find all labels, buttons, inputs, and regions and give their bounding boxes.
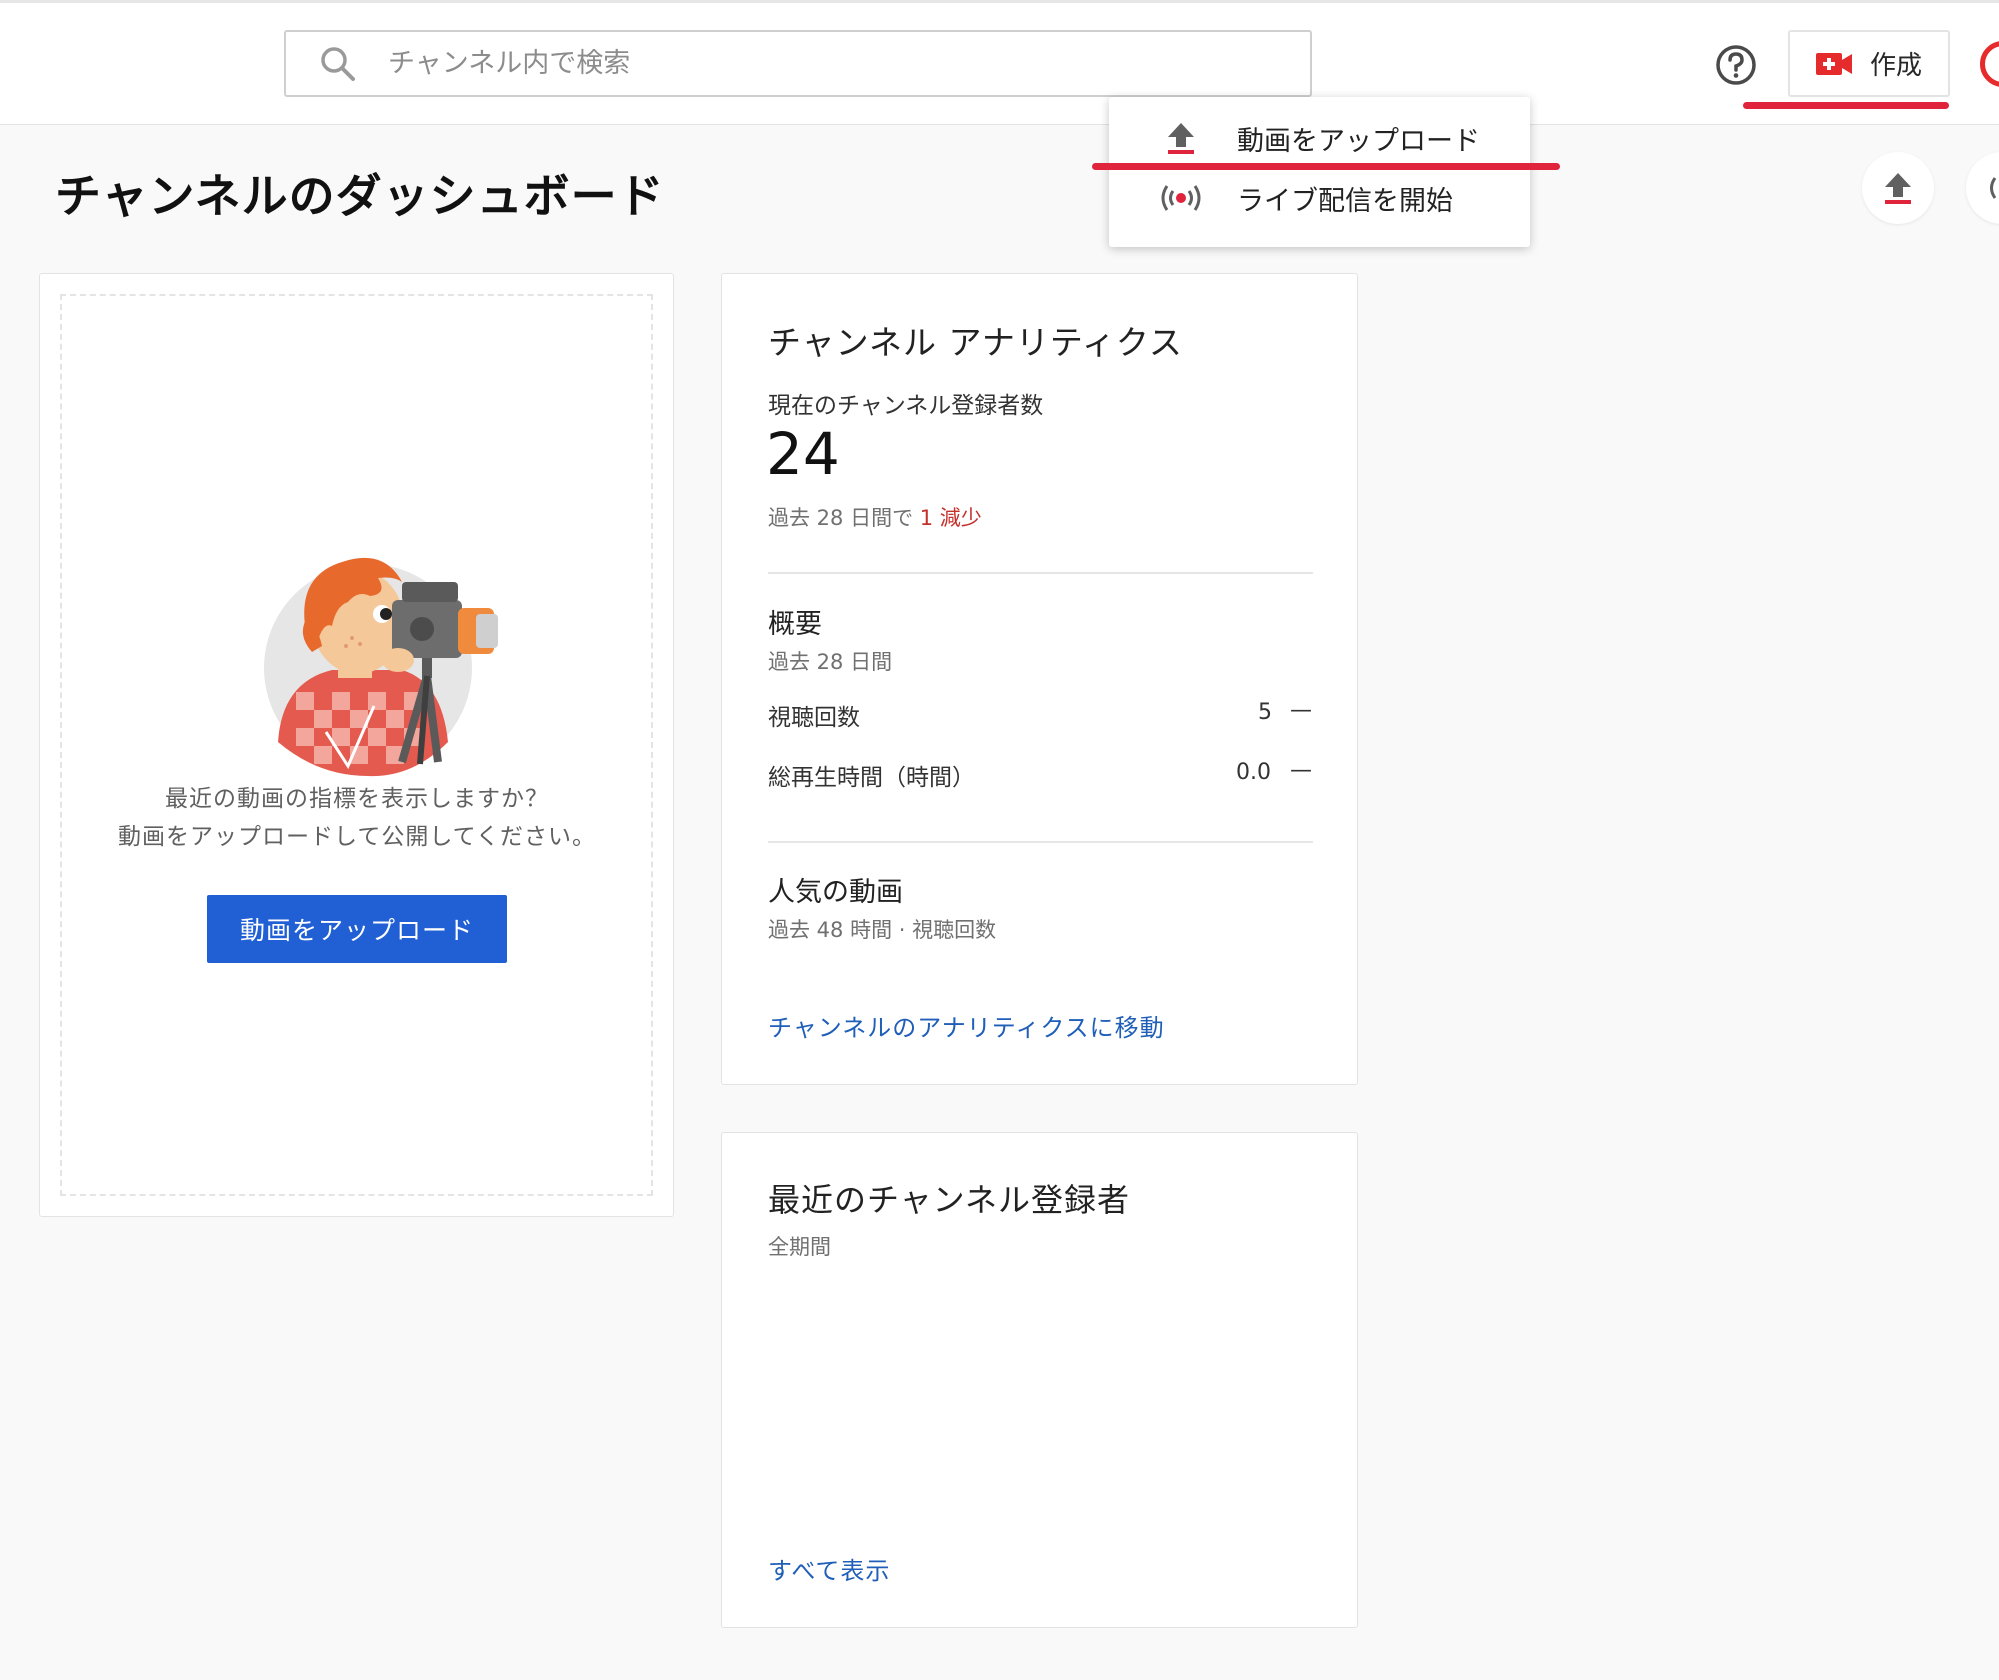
app-header: 作成 (0, 3, 1999, 125)
create-button-label: 作成 (1869, 51, 1922, 81)
top-videos-period: 過去 48 時間 · 視聴回数 (768, 918, 997, 942)
empty-state-line-2: 動画をアップロードして公開してください。 (118, 824, 596, 850)
subscribers-change-prefix: 過去 28 日間で (768, 506, 914, 530)
annotation-underline-create (1743, 102, 1949, 109)
analytics-title: チャンネル アナリティクス (768, 323, 1183, 362)
upload-icon (1885, 173, 1911, 204)
upload-shortcut-button[interactable] (1862, 152, 1934, 224)
metric-trend-watch-time: — (1290, 758, 1312, 783)
menu-item-upload-video[interactable]: 動画をアップロード (1109, 109, 1530, 167)
help-icon[interactable] (1714, 43, 1758, 87)
search-icon (321, 46, 355, 81)
subscribers-change-value: 1 減少 (919, 506, 982, 530)
metric-label-views: 視聴回数 (768, 705, 860, 731)
upload-icon (1168, 123, 1194, 154)
live-shortcut-button[interactable] (1966, 152, 1999, 224)
subscribers-count: 24 (766, 420, 840, 488)
create-menu: 動画をアップロード ライブ配信を開始 (1109, 97, 1530, 247)
menu-item-go-live[interactable]: ライブ配信を開始 (1109, 169, 1530, 227)
recent-subscribers-card: 最近のチャンネル登録者 全期間 すべて表示 (721, 1132, 1358, 1628)
recent-subscribers-title: 最近のチャンネル登録者 (768, 1181, 1131, 1219)
avatar[interactable] (1980, 41, 1999, 87)
metric-trend-views: — (1290, 698, 1312, 723)
upload-video-button[interactable]: 動画をアップロード (207, 895, 507, 963)
empty-state-line-1: 最近の動画の指標を表示しますか？ (165, 786, 549, 812)
menu-item-label: ライブ配信を開始 (1237, 185, 1453, 217)
annotation-underline-upload (1092, 163, 1560, 170)
see-all-link[interactable]: すべて表示 (768, 1551, 890, 1586)
recent-subscribers-period: 全期間 (768, 1235, 831, 1259)
metric-value-views: 5 (1258, 700, 1272, 725)
divider (768, 841, 1313, 843)
create-button[interactable]: 作成 (1788, 30, 1950, 97)
search-box[interactable] (284, 30, 1312, 97)
go-to-analytics-link[interactable]: チャンネルのアナリティクスに移動 (768, 1008, 1165, 1043)
live-broadcast-icon (1990, 177, 1997, 199)
videographer-illustration (264, 557, 498, 777)
metric-value-watch-time: 0.0 (1236, 760, 1271, 785)
upload-prompt-card: 最近の動画の指標を表示しますか？ 動画をアップロードして公開してください。 動画… (39, 273, 674, 1217)
subscribers-label: 現在のチャンネル登録者数 (768, 393, 1044, 419)
summary-period: 過去 28 日間 (768, 650, 893, 674)
divider (768, 572, 1313, 574)
subscribers-change: 過去 28 日間で 1 減少 (768, 502, 982, 532)
page-title: チャンネルのダッシュボード (55, 169, 665, 223)
live-broadcast-icon (1161, 185, 1201, 211)
top-videos-title: 人気の動画 (768, 877, 903, 908)
menu-item-label: 動画をアップロード (1237, 125, 1480, 157)
create-video-icon (1815, 52, 1852, 75)
search-input[interactable] (388, 48, 1188, 79)
metric-label-watch-time: 総再生時間（時間） (768, 765, 975, 791)
summary-title: 概要 (768, 609, 822, 640)
channel-analytics-card: チャンネル アナリティクス 現在のチャンネル登録者数 24 過去 28 日間で … (721, 273, 1358, 1085)
